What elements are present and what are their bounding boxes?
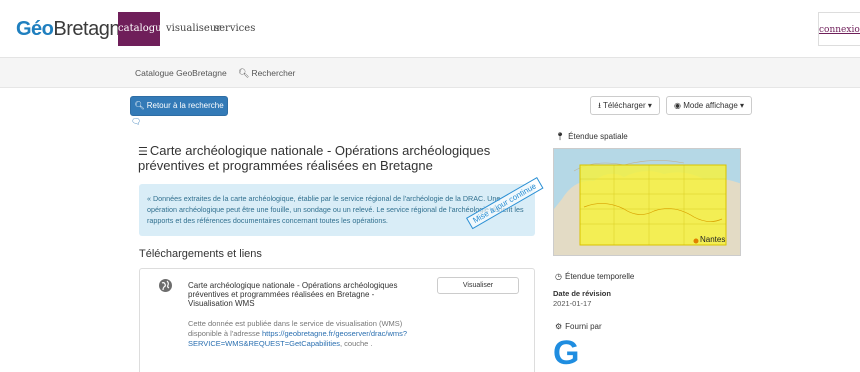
spatial-extent-map[interactable]: Nantes (553, 148, 741, 256)
tab-visualiseur[interactable]: visualiseur (166, 12, 221, 46)
temporal-extent-label: Étendue temporelle (564, 272, 635, 281)
clock-icon: ◷ (555, 272, 562, 281)
breadcrumb: Catalogue GeoBretagne 🔍︎ Rechercher (0, 58, 860, 88)
top-navbar: GéoBretagne® catalogue visualiseur servi… (0, 0, 860, 58)
link-card: Carte archéologique nationale - Opératio… (139, 268, 535, 372)
search-icon: 🔍︎ (134, 101, 145, 110)
back-button-label: Retour à la recherche (146, 101, 224, 110)
spatial-extent-heading: 📍︎ Étendue spatiale (555, 132, 628, 141)
temporal-extent-heading: ◷ Étendue temporelle (555, 272, 634, 281)
database-icon: ☰ (138, 146, 148, 158)
login-link[interactable]: connexion (818, 12, 860, 46)
tab-catalogue[interactable]: catalogue (118, 12, 168, 46)
links-heading: Téléchargements et liens (139, 248, 262, 260)
revision-date-value: 2021-01-17 (553, 299, 592, 308)
eye-icon: ◉ (673, 101, 681, 110)
link-desc-suffix: , couche . (340, 339, 373, 348)
download-button-label: Télécharger (602, 101, 646, 110)
map-marker-icon: 📍︎ (555, 132, 566, 141)
globe-icon (159, 279, 172, 292)
revision-date-label: Date de révision (553, 289, 611, 298)
provider-label: Fourni par (565, 322, 602, 331)
provider-logo[interactable]: G (553, 336, 579, 370)
map-city-label: Nantes (700, 235, 726, 244)
breadcrumb-search-label: Rechercher (251, 68, 296, 78)
caret-down-icon: ▾ (740, 101, 745, 110)
tab-services[interactable]: services (214, 12, 255, 46)
visualize-button[interactable]: Visualiser (437, 277, 519, 294)
breadcrumb-search-link[interactable]: 🔍︎ Rechercher (238, 68, 295, 79)
back-to-search-button[interactable]: 🔍︎ Retour à la recherche (130, 96, 228, 116)
abstract-box: « Données extraites de la carte archéolo… (139, 184, 535, 236)
download-dropdown-button[interactable]: ⭳ Télécharger ▾ (590, 96, 660, 115)
link-title: Carte archéologique nationale - Opératio… (188, 281, 398, 308)
mode-button-label: Mode affichage (683, 101, 738, 110)
link-description: Cette donnée est publiée dans le service… (188, 319, 418, 349)
breadcrumb-catalogue-link[interactable]: Catalogue GeoBretagne (135, 68, 227, 78)
record-title: ☰ Carte archéologique nationale - Opérati… (138, 144, 538, 173)
record-title-text: Carte archéologique nationale - Opératio… (138, 143, 491, 173)
logo-geo-text: Géo (16, 18, 54, 40)
download-icon: ⭳ (598, 101, 601, 110)
comment-icon[interactable]: 🗨︎ (131, 117, 141, 126)
caret-down-icon: ▾ (647, 101, 652, 110)
gear-icon: ⚙︎ (555, 322, 563, 331)
search-icon: 🔍︎ (238, 68, 250, 78)
spatial-extent-label: Étendue spatiale (568, 132, 628, 141)
provider-heading: ⚙︎ Fourni par (555, 322, 602, 331)
display-mode-dropdown-button[interactable]: ◉ Mode affichage ▾ (666, 96, 752, 115)
